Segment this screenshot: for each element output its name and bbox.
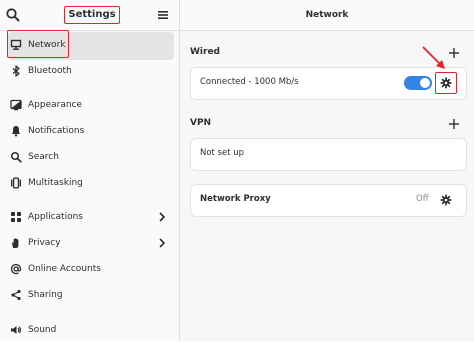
sidebar-item-sound[interactable]: Sound bbox=[0, 318, 179, 342]
sidebar-item-search[interactable]: Search bbox=[0, 145, 179, 169]
wired-section-title: Wired bbox=[190, 47, 220, 57]
share-icon bbox=[11, 289, 21, 301]
chevron-right-icon bbox=[159, 212, 166, 222]
sidebar-item-bluetooth[interactable]: Bluetooth bbox=[0, 59, 179, 83]
gear-icon[interactable] bbox=[440, 194, 452, 206]
bluetooth-icon bbox=[12, 65, 20, 77]
sidebar-item-label: Online Accounts bbox=[28, 264, 101, 274]
hand-icon bbox=[12, 238, 19, 248]
sidebar-title: Settings bbox=[64, 6, 120, 24]
sidebar-item-online-accounts[interactable]: Online Accounts bbox=[0, 257, 179, 281]
multitasking-icon bbox=[11, 177, 21, 189]
sidebar-item-label: Privacy bbox=[28, 238, 61, 248]
vpn-card: Not set up bbox=[190, 138, 467, 171]
search-icon bbox=[10, 151, 22, 163]
sidebar-item-appearance[interactable]: Appearance bbox=[0, 93, 179, 117]
main-header: Network bbox=[180, 0, 474, 31]
sidebar-item-label: Multitasking bbox=[28, 178, 83, 188]
main-panel: Network Wired Connected - 1000 Mb/s VPN … bbox=[180, 0, 474, 341]
hamburger-menu-icon[interactable] bbox=[156, 8, 170, 22]
sidebar-item-notifications[interactable]: Notifications bbox=[0, 119, 179, 143]
sidebar-item-applications[interactable]: Applications bbox=[0, 205, 179, 229]
network-wired-icon bbox=[10, 39, 22, 50]
sidebar-item-label: Search bbox=[28, 152, 59, 162]
sidebar-item-label: Applications bbox=[28, 212, 83, 222]
search-icon[interactable] bbox=[5, 7, 21, 23]
applications-grid-icon bbox=[11, 212, 21, 222]
chevron-right-icon bbox=[159, 238, 166, 248]
sidebar: Settings Network Bluetooth Appearance No… bbox=[0, 0, 180, 341]
bell-icon bbox=[11, 126, 21, 137]
sidebar-item-sharing[interactable]: Sharing bbox=[0, 283, 179, 307]
network-proxy-row[interactable]: Network Proxy Off bbox=[190, 184, 467, 217]
sidebar-item-multitasking[interactable]: Multitasking bbox=[0, 171, 179, 195]
sidebar-item-label: Sharing bbox=[28, 290, 63, 300]
toggle-knob bbox=[420, 78, 430, 88]
sidebar-item-privacy[interactable]: Privacy bbox=[0, 231, 179, 255]
settings-window: Settings Network Bluetooth Appearance No… bbox=[0, 0, 474, 341]
sidebar-item-network[interactable]: Network bbox=[0, 30, 179, 60]
appearance-icon bbox=[10, 99, 22, 111]
vpn-section-title: VPN bbox=[190, 118, 212, 128]
wired-toggle-switch[interactable] bbox=[404, 76, 432, 90]
network-proxy-label: Network Proxy bbox=[200, 194, 271, 204]
add-vpn-button[interactable] bbox=[448, 118, 460, 130]
speaker-icon bbox=[11, 326, 22, 334]
gear-icon[interactable] bbox=[440, 77, 452, 89]
sidebar-item-label: Network bbox=[28, 40, 66, 50]
sidebar-item-label: Bluetooth bbox=[28, 66, 72, 76]
annotation-arrow bbox=[422, 46, 445, 69]
vpn-status-text: Not set up bbox=[200, 148, 245, 158]
page-title: Network bbox=[305, 10, 349, 20]
sidebar-item-label: Sound bbox=[28, 325, 57, 335]
network-proxy-status: Off bbox=[416, 194, 429, 204]
at-icon bbox=[10, 263, 22, 275]
wired-status-text: Connected - 1000 Mb/s bbox=[200, 77, 299, 87]
sidebar-item-label: Appearance bbox=[28, 100, 83, 110]
sidebar-header: Settings bbox=[0, 0, 179, 31]
sidebar-item-label: Notifications bbox=[28, 126, 85, 136]
